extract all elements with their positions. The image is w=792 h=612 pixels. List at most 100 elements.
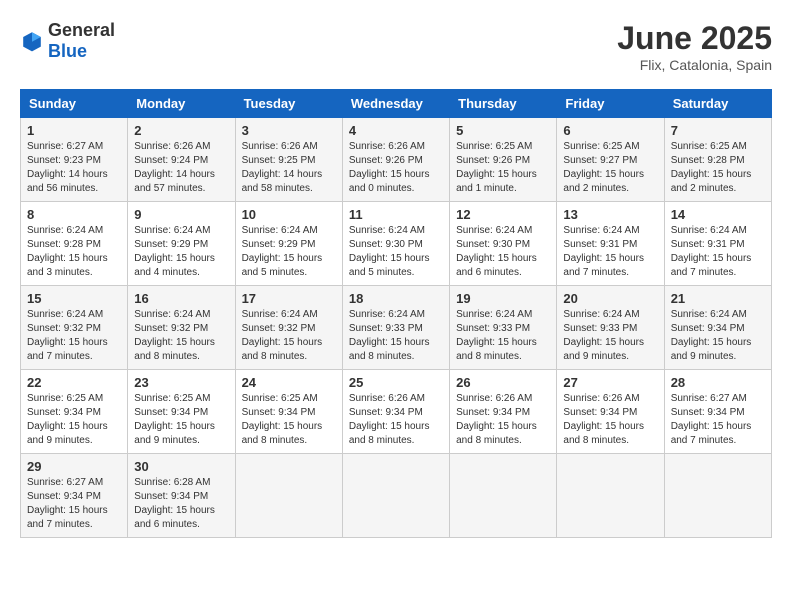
- daylight-minutes: and 7 minutes.: [563, 267, 629, 278]
- day-number: 8: [27, 207, 121, 222]
- daylight-minutes: and 2 minutes.: [671, 183, 737, 194]
- day-info: Sunrise: 6:24 AMSunset: 9:33 PMDaylight:…: [349, 308, 443, 364]
- sunrise-text: Sunrise: 6:24 AM: [349, 225, 425, 236]
- table-row: 26Sunrise: 6:26 AMSunset: 9:34 PMDayligh…: [450, 370, 557, 454]
- day-number: 6: [563, 123, 657, 138]
- daylight-minutes: and 8 minutes.: [456, 351, 522, 362]
- daylight-minutes: and 2 minutes.: [563, 183, 629, 194]
- daylight-minutes: and 8 minutes.: [563, 435, 629, 446]
- day-info: Sunrise: 6:27 AMSunset: 9:23 PMDaylight:…: [27, 140, 121, 196]
- sunset-text: Sunset: 9:33 PM: [456, 323, 530, 334]
- table-row: 22Sunrise: 6:25 AMSunset: 9:34 PMDayligh…: [21, 370, 128, 454]
- day-number: 3: [242, 123, 336, 138]
- sunset-text: Sunset: 9:34 PM: [563, 407, 637, 418]
- sunrise-text: Sunrise: 6:26 AM: [134, 141, 210, 152]
- sunrise-text: Sunrise: 6:24 AM: [27, 225, 103, 236]
- daylight-hours: Daylight: 15 hours: [563, 253, 644, 264]
- table-row: [664, 454, 771, 538]
- daylight-hours: Daylight: 15 hours: [134, 253, 215, 264]
- day-info: Sunrise: 6:27 AMSunset: 9:34 PMDaylight:…: [27, 476, 121, 532]
- table-row: 8Sunrise: 6:24 AMSunset: 9:28 PMDaylight…: [21, 202, 128, 286]
- day-info: Sunrise: 6:24 AMSunset: 9:30 PMDaylight:…: [349, 224, 443, 280]
- day-info: Sunrise: 6:24 AMSunset: 9:33 PMDaylight:…: [456, 308, 550, 364]
- table-row: 15Sunrise: 6:24 AMSunset: 9:32 PMDayligh…: [21, 286, 128, 370]
- day-info: Sunrise: 6:24 AMSunset: 9:32 PMDaylight:…: [27, 308, 121, 364]
- daylight-minutes: and 8 minutes.: [134, 351, 200, 362]
- day-number: 25: [349, 375, 443, 390]
- day-info: Sunrise: 6:26 AMSunset: 9:26 PMDaylight:…: [349, 140, 443, 196]
- sunset-text: Sunset: 9:34 PM: [27, 407, 101, 418]
- sunrise-text: Sunrise: 6:24 AM: [27, 309, 103, 320]
- daylight-hours: Daylight: 15 hours: [349, 253, 430, 264]
- sunset-text: Sunset: 9:27 PM: [563, 155, 637, 166]
- daylight-hours: Daylight: 15 hours: [456, 421, 537, 432]
- day-number: 15: [27, 291, 121, 306]
- table-row: 10Sunrise: 6:24 AMSunset: 9:29 PMDayligh…: [235, 202, 342, 286]
- header-thursday: Thursday: [450, 90, 557, 118]
- day-info: Sunrise: 6:27 AMSunset: 9:34 PMDaylight:…: [671, 392, 765, 448]
- sunset-text: Sunset: 9:32 PM: [27, 323, 101, 334]
- header-friday: Friday: [557, 90, 664, 118]
- sunrise-text: Sunrise: 6:25 AM: [242, 393, 318, 404]
- daylight-minutes: and 3 minutes.: [27, 267, 93, 278]
- daylight-hours: Daylight: 15 hours: [671, 253, 752, 264]
- daylight-hours: Daylight: 15 hours: [456, 253, 537, 264]
- day-info: Sunrise: 6:26 AMSunset: 9:34 PMDaylight:…: [349, 392, 443, 448]
- header-monday: Monday: [128, 90, 235, 118]
- daylight-hours: Daylight: 14 hours: [242, 169, 323, 180]
- table-row: 6 Sunrise: 6:25 AMSunset: 9:27 PMDaylight…: [557, 118, 664, 202]
- sunrise-text: Sunrise: 6:24 AM: [563, 225, 639, 236]
- sunrise-text: Sunrise: 6:25 AM: [27, 393, 103, 404]
- table-row: 17Sunrise: 6:24 AMSunset: 9:32 PMDayligh…: [235, 286, 342, 370]
- day-number: 22: [27, 375, 121, 390]
- day-info: Sunrise: 6:26 AMSunset: 9:34 PMDaylight:…: [563, 392, 657, 448]
- table-row: 24Sunrise: 6:25 AMSunset: 9:34 PMDayligh…: [235, 370, 342, 454]
- day-info: Sunrise: 6:25 AMSunset: 9:27 PMDaylight:…: [563, 140, 657, 196]
- sunset-text: Sunset: 9:30 PM: [456, 239, 530, 250]
- daylight-hours: Daylight: 15 hours: [671, 337, 752, 348]
- sunset-text: Sunset: 9:29 PM: [134, 239, 208, 250]
- day-number: 13: [563, 207, 657, 222]
- daylight-minutes: and 9 minutes.: [671, 351, 737, 362]
- sunset-text: Sunset: 9:26 PM: [349, 155, 423, 166]
- day-number: 14: [671, 207, 765, 222]
- table-row: [342, 454, 449, 538]
- daylight-minutes: and 5 minutes.: [349, 267, 415, 278]
- sunset-text: Sunset: 9:31 PM: [563, 239, 637, 250]
- day-number: 24: [242, 375, 336, 390]
- daylight-hours: Daylight: 15 hours: [671, 421, 752, 432]
- sunset-text: Sunset: 9:25 PM: [242, 155, 316, 166]
- sunset-text: Sunset: 9:31 PM: [671, 239, 745, 250]
- table-row: 7Sunrise: 6:25 AMSunset: 9:28 PMDaylight…: [664, 118, 771, 202]
- sunset-text: Sunset: 9:33 PM: [349, 323, 423, 334]
- day-info: Sunrise: 6:26 AMSunset: 9:25 PMDaylight:…: [242, 140, 336, 196]
- sunset-text: Sunset: 9:34 PM: [671, 323, 745, 334]
- daylight-minutes: and 7 minutes.: [27, 351, 93, 362]
- day-info: Sunrise: 6:24 AMSunset: 9:29 PMDaylight:…: [134, 224, 228, 280]
- table-row: 4 Sunrise: 6:26 AMSunset: 9:26 PMDaylight…: [342, 118, 449, 202]
- logo-text: General Blue: [48, 20, 115, 62]
- day-number: 16: [134, 291, 228, 306]
- day-number: 1: [27, 123, 121, 138]
- sunrise-text: Sunrise: 6:28 AM: [134, 477, 210, 488]
- day-number: 18: [349, 291, 443, 306]
- day-info: Sunrise: 6:28 AMSunset: 9:34 PMDaylight:…: [134, 476, 228, 532]
- calendar-table: Sunday Monday Tuesday Wednesday Thursday…: [20, 89, 772, 538]
- day-number: 4: [349, 123, 443, 138]
- day-info: Sunrise: 6:24 AMSunset: 9:31 PMDaylight:…: [671, 224, 765, 280]
- day-info: Sunrise: 6:24 AM Sunset: 9:31 PM Daylight:…: [563, 224, 657, 280]
- daylight-minutes: and 6 minutes.: [456, 267, 522, 278]
- location: Flix, Catalonia, Spain: [617, 57, 772, 73]
- sunrise-text: Sunrise: 6:25 AM: [456, 141, 532, 152]
- sunrise-text: Sunrise: 6:26 AM: [349, 393, 425, 404]
- day-info: Sunrise: 6:24 AMSunset: 9:30 PMDaylight:…: [456, 224, 550, 280]
- sunset-text: Sunset: 9:29 PM: [242, 239, 316, 250]
- day-info: Sunrise: 6:26 AMSunset: 9:24 PMDaylight:…: [134, 140, 228, 196]
- table-row: 11Sunrise: 6:24 AMSunset: 9:30 PMDayligh…: [342, 202, 449, 286]
- sunrise-text: Sunrise: 6:24 AM: [134, 309, 210, 320]
- header-saturday: Saturday: [664, 90, 771, 118]
- sunrise-text: Sunrise: 6:25 AM: [671, 141, 747, 152]
- sunrise-text: Sunrise: 6:26 AM: [563, 393, 639, 404]
- daylight-hours: Daylight: 15 hours: [242, 337, 323, 348]
- day-number: 20: [563, 291, 657, 306]
